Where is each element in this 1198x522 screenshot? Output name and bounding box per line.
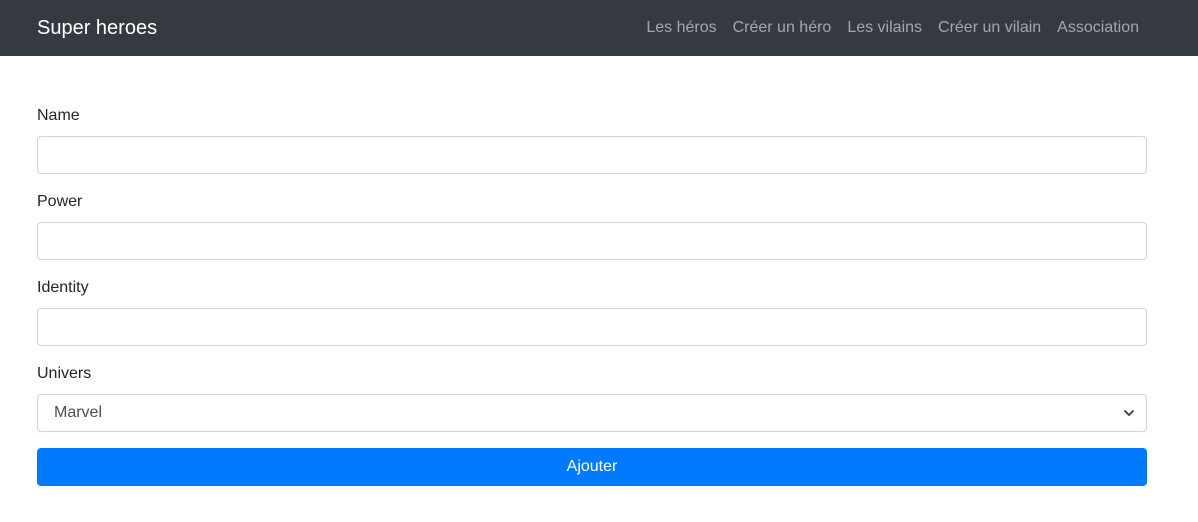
name-input[interactable] (37, 136, 1147, 174)
identity-input[interactable] (37, 308, 1147, 346)
identity-label: Identity (37, 279, 89, 296)
univers-label: Univers (37, 365, 92, 382)
nav-link-les-heros[interactable]: Les héros (646, 19, 716, 37)
ajouter-button[interactable]: Ajouter (37, 448, 1147, 486)
brand-link[interactable]: Super heroes (37, 17, 157, 40)
nav-link-les-vilains[interactable]: Les vilains (847, 19, 922, 37)
power-label: Power (37, 193, 83, 210)
chevron-down-icon (1124, 410, 1134, 416)
power-group: Power (37, 192, 1147, 260)
univers-select[interactable]: Marvel (37, 394, 1147, 432)
name-group: Name (37, 106, 1147, 174)
name-label: Name (37, 107, 80, 124)
nav-link-association[interactable]: Association (1057, 19, 1139, 37)
power-input[interactable] (37, 222, 1147, 260)
univers-group: Univers Marvel (37, 364, 1147, 432)
navbar: Super heroes Les héros Créer un héro Les… (0, 0, 1198, 56)
nav-link-creer-un-vilain[interactable]: Créer un vilain (938, 19, 1041, 37)
nav-links: Les héros Créer un héro Les vilains Crée… (646, 0, 1139, 56)
hero-form: Name Power Identity Univers Marvel Ajout… (37, 106, 1147, 486)
univers-selected-value: Marvel (54, 404, 103, 421)
nav-link-creer-un-hero[interactable]: Créer un héro (733, 19, 832, 37)
identity-group: Identity (37, 278, 1147, 346)
